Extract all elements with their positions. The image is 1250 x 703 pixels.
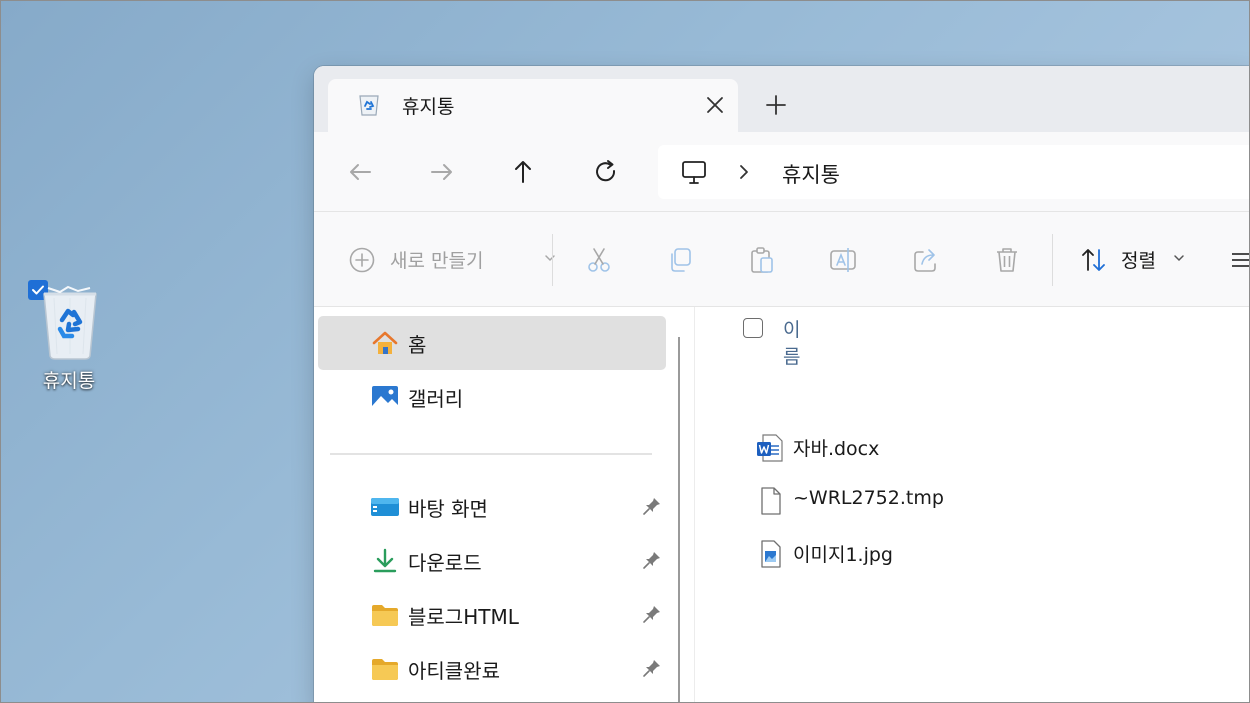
download-icon <box>373 548 397 573</box>
tab-recycle-bin[interactable]: 휴지통 <box>328 79 738 132</box>
desktop-recycle-bin[interactable]: 휴지통 <box>24 280 114 395</box>
chevron-down-icon <box>545 255 555 262</box>
chevron-down-icon <box>1174 255 1184 262</box>
home-icon <box>372 331 398 354</box>
file-row[interactable]: 이미지1.jpg <box>755 534 1175 574</box>
chevron-right-icon[interactable] <box>736 162 752 182</box>
computer-icon <box>682 161 706 184</box>
nav-item-article-done[interactable]: 아티클완료 <box>318 642 666 696</box>
pin-icon[interactable] <box>642 658 662 678</box>
image-file-icon <box>761 540 781 568</box>
new-button-label: 새로 만들기 <box>390 250 484 272</box>
tab-title: 휴지통 <box>402 96 455 118</box>
word-document-icon <box>757 434 783 462</box>
nav-item-home[interactable]: 홈 <box>318 316 666 370</box>
pin-icon[interactable] <box>642 496 662 516</box>
recycle-bin-icon <box>43 285 97 360</box>
nav-item-label: 아티클완료 <box>408 659 500 683</box>
file-row[interactable]: 자바.docx <box>755 428 1175 468</box>
command-bar: 새로 만들기 정렬 <box>314 212 1250 307</box>
cut-icon[interactable] <box>584 245 614 275</box>
up-arrow-icon[interactable] <box>507 156 539 188</box>
nav-divider <box>330 453 652 455</box>
delete-icon[interactable] <box>992 245 1022 275</box>
address-bar[interactable]: 휴지통 <box>658 145 1250 199</box>
navigation-pane: 홈 갤러리 바탕 화면 다운로드 블로그HTML 아티클완료 <box>314 307 680 703</box>
file-name: ~WRL2752.tmp <box>793 487 944 509</box>
content-area: 홈 갤러리 바탕 화면 다운로드 블로그HTML 아티클완료 이름 자바.doc… <box>314 307 1250 703</box>
file-row[interactable]: ~WRL2752.tmp <box>755 481 1175 521</box>
sort-button[interactable]: 정렬 <box>1079 245 1184 275</box>
nav-item-label: 홈 <box>408 333 427 357</box>
nav-item-label: 갤러리 <box>408 387 464 411</box>
toolbar-divider <box>1052 234 1053 286</box>
nav-item-blog-html[interactable]: 블로그HTML <box>318 588 666 642</box>
sort-arrows-icon <box>1082 249 1105 271</box>
nav-scrollbar[interactable] <box>678 337 680 703</box>
rename-icon[interactable] <box>828 245 858 275</box>
nav-item-label: 다운로드 <box>408 551 482 575</box>
add-circle-icon <box>349 247 375 273</box>
refresh-icon[interactable] <box>590 156 622 188</box>
select-all-checkbox[interactable] <box>743 318 763 338</box>
nav-item-gallery[interactable]: 갤러리 <box>318 370 666 424</box>
desktop-folder-icon <box>371 498 399 516</box>
file-list: 이름 자바.docx ~WRL2752.tmp 이미지1.jpg <box>695 307 1250 703</box>
view-menu-icon[interactable] <box>1230 248 1250 272</box>
file-explorer-window: 휴지통 휴지통 새로 만들기 정렬 홈 갤러리 바탕 화면 다운로드 블로그HT… <box>314 66 1250 703</box>
navigation-bar: 휴지통 <box>314 132 1250 212</box>
file-name: 이미지1.jpg <box>793 544 893 566</box>
pin-icon[interactable] <box>642 550 662 570</box>
copy-icon[interactable] <box>665 245 695 275</box>
share-icon[interactable] <box>911 245 941 275</box>
blank-file-icon <box>761 487 781 515</box>
new-button[interactable]: 새로 만들기 <box>348 246 555 276</box>
tab-strip: 휴지통 <box>314 66 1250 132</box>
breadcrumb-current[interactable]: 휴지통 <box>782 159 840 189</box>
folder-icon <box>372 659 398 680</box>
file-name: 자바.docx <box>793 438 880 460</box>
column-name-label: 이름 <box>783 319 801 368</box>
nav-item-label: 블로그HTML <box>408 605 519 629</box>
gallery-icon <box>372 386 398 408</box>
close-icon[interactable] <box>701 91 729 119</box>
nav-item-label: 바탕 화면 <box>408 497 488 521</box>
new-tab-plus-icon[interactable] <box>762 91 790 119</box>
folder-icon <box>372 605 398 626</box>
nav-item-downloads[interactable]: 다운로드 <box>318 534 666 588</box>
back-arrow-icon[interactable] <box>344 156 376 188</box>
forward-arrow-icon[interactable] <box>426 156 458 188</box>
desktop-icon-label: 휴지통 <box>42 370 96 392</box>
toolbar-divider <box>552 234 553 286</box>
recycle-bin-icon <box>359 95 379 116</box>
sort-button-label: 정렬 <box>1121 250 1156 272</box>
paste-icon[interactable] <box>747 245 777 275</box>
pin-icon[interactable] <box>642 604 662 624</box>
nav-item-desktop[interactable]: 바탕 화면 <box>318 480 666 534</box>
